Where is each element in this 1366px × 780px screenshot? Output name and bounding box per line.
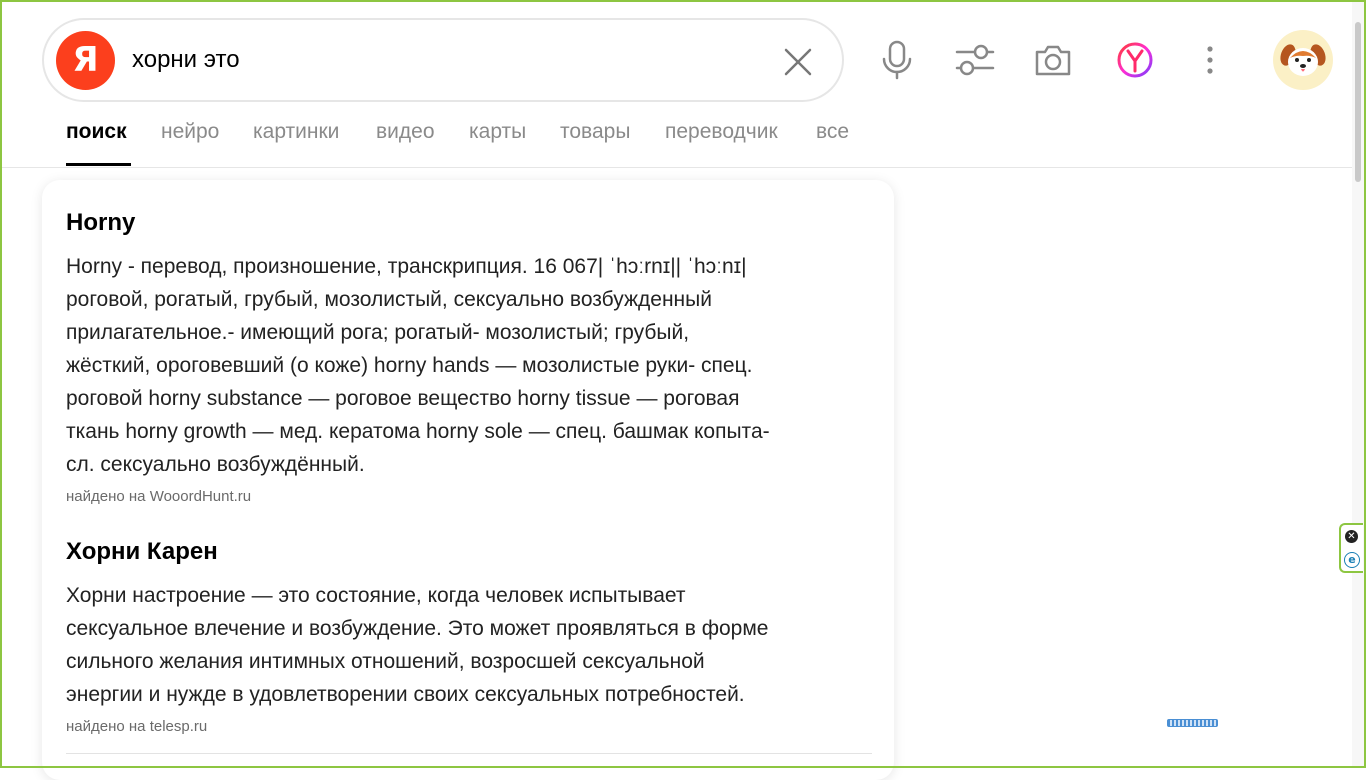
filters-button[interactable] (953, 38, 997, 82)
filters-icon (955, 44, 995, 76)
yandex-logo[interactable]: Я (56, 31, 115, 90)
close-icon[interactable]: ✕ (1345, 530, 1358, 543)
more-vert-icon (1207, 46, 1213, 74)
result-item: Хорни Карен Хорни настроение — это состо… (66, 537, 872, 737)
search-input[interactable] (132, 44, 752, 76)
tab-all[interactable]: все (816, 120, 849, 144)
result-snippet: Хорни настроение — это состояние, когда … (66, 579, 872, 711)
microphone-icon (882, 40, 912, 80)
tab-neuro[interactable]: нейро (161, 120, 219, 144)
tab-goods[interactable]: товары (560, 120, 630, 144)
snippet-line: энергии и нужде в удовлетворении своих с… (66, 683, 745, 706)
extension-widget: ✕ e (1339, 523, 1363, 573)
clear-search-button[interactable] (780, 44, 816, 80)
extension-e-icon[interactable]: e (1344, 552, 1360, 568)
result-source: найдено на telesp.ru (66, 717, 872, 737)
snippet-line: Хорни настроение — это состояние, когда … (66, 584, 686, 607)
snippet-line: роговой horny substance — роговое вещест… (66, 387, 740, 410)
answer-card: Horny Horny - перевод, произношение, тра… (42, 180, 894, 780)
snippet-line: сексуальное влечение и возбуждение. Это … (66, 617, 769, 640)
snippet-line: жёсткий, ороговевший (о коже) horny hand… (66, 354, 753, 377)
tab-search[interactable]: поиск (66, 120, 127, 144)
result-item: Horny Horny - перевод, произношение, тра… (66, 208, 872, 507)
snippet-line: сильного желания интимных отношений, воз… (66, 650, 705, 673)
more-menu-button[interactable] (1188, 38, 1232, 82)
snippet-line: роговой, рогатый, грубый, мозолистый, се… (66, 288, 712, 311)
yandex-browser-button[interactable] (1113, 38, 1157, 82)
result-source: найдено на WooordHunt.ru (66, 487, 872, 507)
close-icon (784, 48, 812, 76)
image-search-button[interactable] (1031, 38, 1075, 82)
tab-images[interactable]: картинки (253, 120, 339, 144)
result-snippet: Horny - перевод, произношение, транскрип… (66, 250, 872, 481)
tab-maps[interactable]: карты (469, 120, 526, 144)
snippet-line: прилагательное.- имеющий рога; рогатый- … (66, 321, 690, 344)
result-title[interactable]: Horny (66, 208, 872, 238)
snippet-line: Horny - перевод, произношение, транскрип… (66, 255, 747, 278)
active-tab-underline (66, 163, 131, 166)
source-prefix: найдено на (66, 718, 150, 735)
page-scrollbar[interactable] (1352, 2, 1364, 766)
yandex-browser-icon (1117, 42, 1153, 78)
source-prefix: найдено на (66, 488, 150, 505)
snippet-line: сл. сексуально возбуждённый. (66, 453, 365, 476)
scrollbar-thumb[interactable] (1355, 22, 1361, 182)
result-divider (66, 753, 872, 754)
snippet-line: ткань horny growth — мед. кератома horny… (66, 420, 770, 443)
tab-video[interactable]: видео (376, 120, 435, 144)
tab-translator[interactable]: переводчик (665, 120, 778, 144)
tabs-divider (0, 167, 1352, 168)
loading-indicator (1167, 719, 1218, 727)
source-link[interactable]: telesp.ru (150, 718, 208, 735)
camera-icon (1035, 45, 1071, 76)
source-link[interactable]: WooordHunt.ru (150, 488, 251, 505)
avatar[interactable] (1273, 30, 1333, 90)
voice-search-button[interactable] (875, 38, 919, 82)
result-title[interactable]: Хорни Карен (66, 537, 872, 567)
search-box[interactable]: Я (42, 18, 844, 102)
dog-avatar-icon (1280, 44, 1326, 76)
